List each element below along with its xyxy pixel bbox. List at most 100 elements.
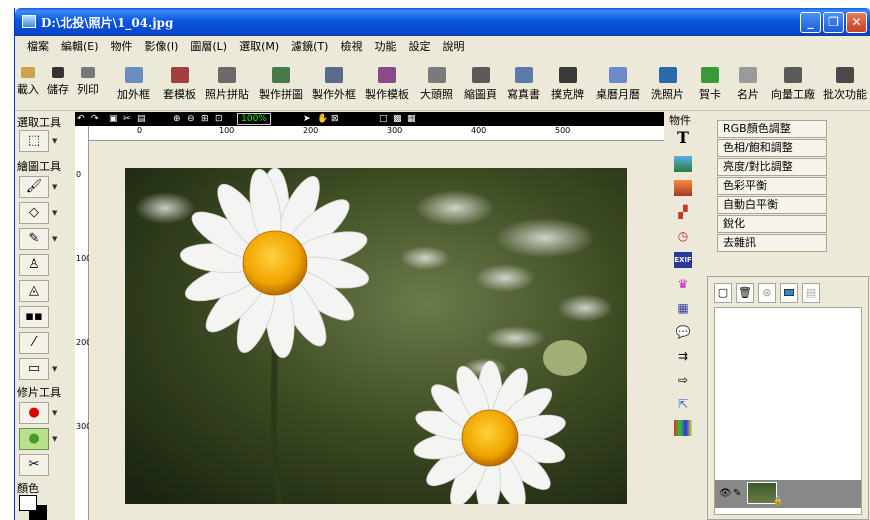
menu-help[interactable]: 說明	[436, 36, 470, 53]
checker-bg-icon[interactable]: ▦	[407, 113, 416, 125]
retouch-tool-button[interactable]: ●	[19, 428, 49, 450]
menu-function[interactable]: 功能	[368, 36, 402, 53]
menu-object[interactable]: 物件	[105, 36, 139, 53]
toolbar-poker-button[interactable]: 撲克牌	[551, 67, 584, 102]
pattern-tool-button[interactable]: ▪▪	[19, 306, 49, 328]
double-arrow-icon[interactable]: ⇉	[674, 348, 692, 364]
menu-view[interactable]: 檢視	[334, 36, 368, 53]
pencil-tool-button[interactable]: ✎	[19, 228, 49, 250]
photo-canvas[interactable]	[125, 168, 627, 504]
red-eye-dropdown-icon[interactable]: ▼	[52, 402, 60, 424]
toolbar-print-photo-button[interactable]: 洗照片	[651, 67, 684, 102]
restore-button[interactable]: ❐	[823, 12, 844, 33]
white-bg-icon[interactable]: □	[379, 113, 388, 125]
color-balance-button[interactable]: 色彩平衡	[717, 177, 827, 195]
speech-bubble-icon[interactable]: 💬	[674, 324, 692, 340]
text-icon[interactable]: T	[674, 130, 692, 146]
crop-icon[interactable]: ⊠	[331, 113, 339, 125]
eraser-dropdown-icon[interactable]: ▼	[52, 202, 60, 224]
delete-layer-icon[interactable]: 🗑	[736, 283, 754, 303]
marquee-tool-button[interactable]: ⬚	[19, 130, 49, 152]
layers-icon[interactable]: ▞	[674, 204, 692, 220]
undo-icon[interactable]: ↶	[77, 113, 85, 125]
toolbar-make-frame-button[interactable]: 製作外框	[312, 67, 356, 102]
sharpen-button[interactable]: 銳化	[717, 215, 827, 233]
rgb-adjust-button[interactable]: RGB顏色調整	[717, 120, 827, 138]
hue-saturation-button[interactable]: 色相/飽和調整	[717, 139, 827, 157]
red-eye-tool-button[interactable]: ●	[19, 402, 49, 424]
stamp-tool-button[interactable]: ♙	[19, 254, 49, 276]
photo-icon[interactable]	[674, 180, 692, 196]
pointer-icon[interactable]: ➤	[303, 113, 311, 125]
layer-image-icon[interactable]	[780, 283, 798, 303]
menu-filter[interactable]: 濾鏡(T)	[285, 36, 334, 53]
hand-icon[interactable]: ✋	[317, 113, 328, 125]
toolbar-vector-button[interactable]: 向量工廠	[771, 67, 815, 102]
clock-icon[interactable]: ◷	[674, 228, 692, 244]
zoom-out-icon[interactable]: ⊖	[187, 113, 195, 125]
toolbar-photobook-button[interactable]: 寫真書	[507, 67, 540, 102]
paste-icon[interactable]: ▤	[137, 113, 146, 125]
eraser-tool-button[interactable]: ◇	[19, 202, 49, 224]
cut-icon[interactable]: ✂	[123, 113, 131, 125]
toolbar-thumbnail-button[interactable]: 縮圖頁	[464, 67, 497, 102]
shape-dropdown-icon[interactable]: ▼	[52, 358, 60, 380]
fit-screen-icon[interactable]: ⊞	[201, 113, 209, 125]
toolbar-collage-button[interactable]: 照片拼貼	[205, 67, 249, 102]
toolbar-load-button[interactable]: 載入	[17, 67, 39, 97]
foreground-color-swatch[interactable]	[19, 495, 37, 511]
cursor-star-icon[interactable]: ⇱	[674, 396, 692, 412]
menu-edit[interactable]: 編輯(E)	[55, 36, 105, 53]
menu-image[interactable]: 影像(I)	[139, 36, 185, 53]
exif-icon[interactable]: EXIF	[674, 252, 692, 268]
brightness-contrast-button[interactable]: 亮度/對比調整	[717, 158, 827, 176]
pencil-dropdown-icon[interactable]: ▼	[52, 228, 60, 250]
brush-tool-button[interactable]: 🖌	[19, 176, 49, 198]
layer-list[interactable]: 👁 ✎ 🔒	[714, 307, 862, 515]
toolbar-add-frame-button[interactable]: 加外框	[117, 67, 150, 102]
toolbar-calendar-button[interactable]: 桌曆月曆	[596, 67, 640, 102]
title-bar[interactable]: D:\北投\照片\1_04.jpg _ ❐ ✕	[15, 8, 870, 36]
zoom-in-icon[interactable]: ⊕	[173, 113, 181, 125]
gray-bg-icon[interactable]: ▩	[393, 113, 402, 125]
auto-white-balance-button[interactable]: 自動白平衡	[717, 196, 827, 214]
color-grid-icon[interactable]	[674, 420, 692, 436]
copy-icon[interactable]: ▣	[109, 113, 118, 125]
menu-settings[interactable]: 設定	[402, 36, 436, 53]
layer-grid-icon[interactable]: ▤	[802, 283, 820, 303]
toolbar-batch-button[interactable]: 批次功能	[823, 67, 867, 102]
menu-layer[interactable]: 圖層(L)	[184, 36, 233, 53]
toolbar-make-template-button[interactable]: 製作模板	[365, 67, 409, 102]
retouch-dropdown-icon[interactable]: ▼	[52, 428, 60, 450]
calendar-grid-icon[interactable]: ▦	[674, 300, 692, 316]
menu-file[interactable]: 檔案	[21, 36, 55, 53]
visibility-eye-icon[interactable]: 👁	[719, 488, 732, 499]
toolbar-id-photo-button[interactable]: 大頭照	[420, 67, 453, 102]
arrow-right-icon[interactable]: ⇨	[674, 372, 692, 388]
clone-tool-button[interactable]: ✂	[19, 454, 49, 476]
edit-pencil-icon[interactable]: ✎	[733, 488, 741, 499]
toolbar-business-card-button[interactable]: 名片	[737, 67, 759, 102]
menu-select[interactable]: 選取(M)	[233, 36, 285, 53]
close-button[interactable]: ✕	[846, 12, 867, 33]
image-icon[interactable]	[674, 156, 692, 172]
layer-row[interactable]: 👁 ✎ 🔒	[715, 480, 861, 508]
toolbar-template-button[interactable]: 套模板	[163, 67, 196, 102]
actual-size-icon[interactable]: ⊡	[215, 113, 223, 125]
toolbar-puzzle-button[interactable]: 製作拼圖	[259, 67, 303, 102]
toolbar-greeting-card-button[interactable]: 賀卡	[699, 67, 721, 102]
toolbar-print-button[interactable]: 列印	[77, 67, 99, 97]
lock-layer-icon[interactable]: ⊛	[758, 283, 776, 303]
shape-tool-button[interactable]: ▭	[19, 358, 49, 380]
toolbar-save-button[interactable]: 儲存	[47, 67, 69, 97]
denoise-button[interactable]: 去雜訊	[717, 234, 827, 252]
fill-tool-button[interactable]: ◬	[19, 280, 49, 302]
marquee-dropdown-icon[interactable]: ▼	[52, 130, 60, 152]
zoom-level[interactable]: 100%	[237, 113, 271, 125]
new-layer-icon[interactable]: ▢	[714, 283, 732, 303]
eyedropper-tool-button[interactable]: ⁄	[19, 332, 49, 354]
cake-icon[interactable]: ♛	[674, 276, 692, 292]
minimize-button[interactable]: _	[800, 12, 821, 33]
redo-icon[interactable]: ↷	[91, 113, 99, 125]
brush-dropdown-icon[interactable]: ▼	[52, 176, 60, 198]
